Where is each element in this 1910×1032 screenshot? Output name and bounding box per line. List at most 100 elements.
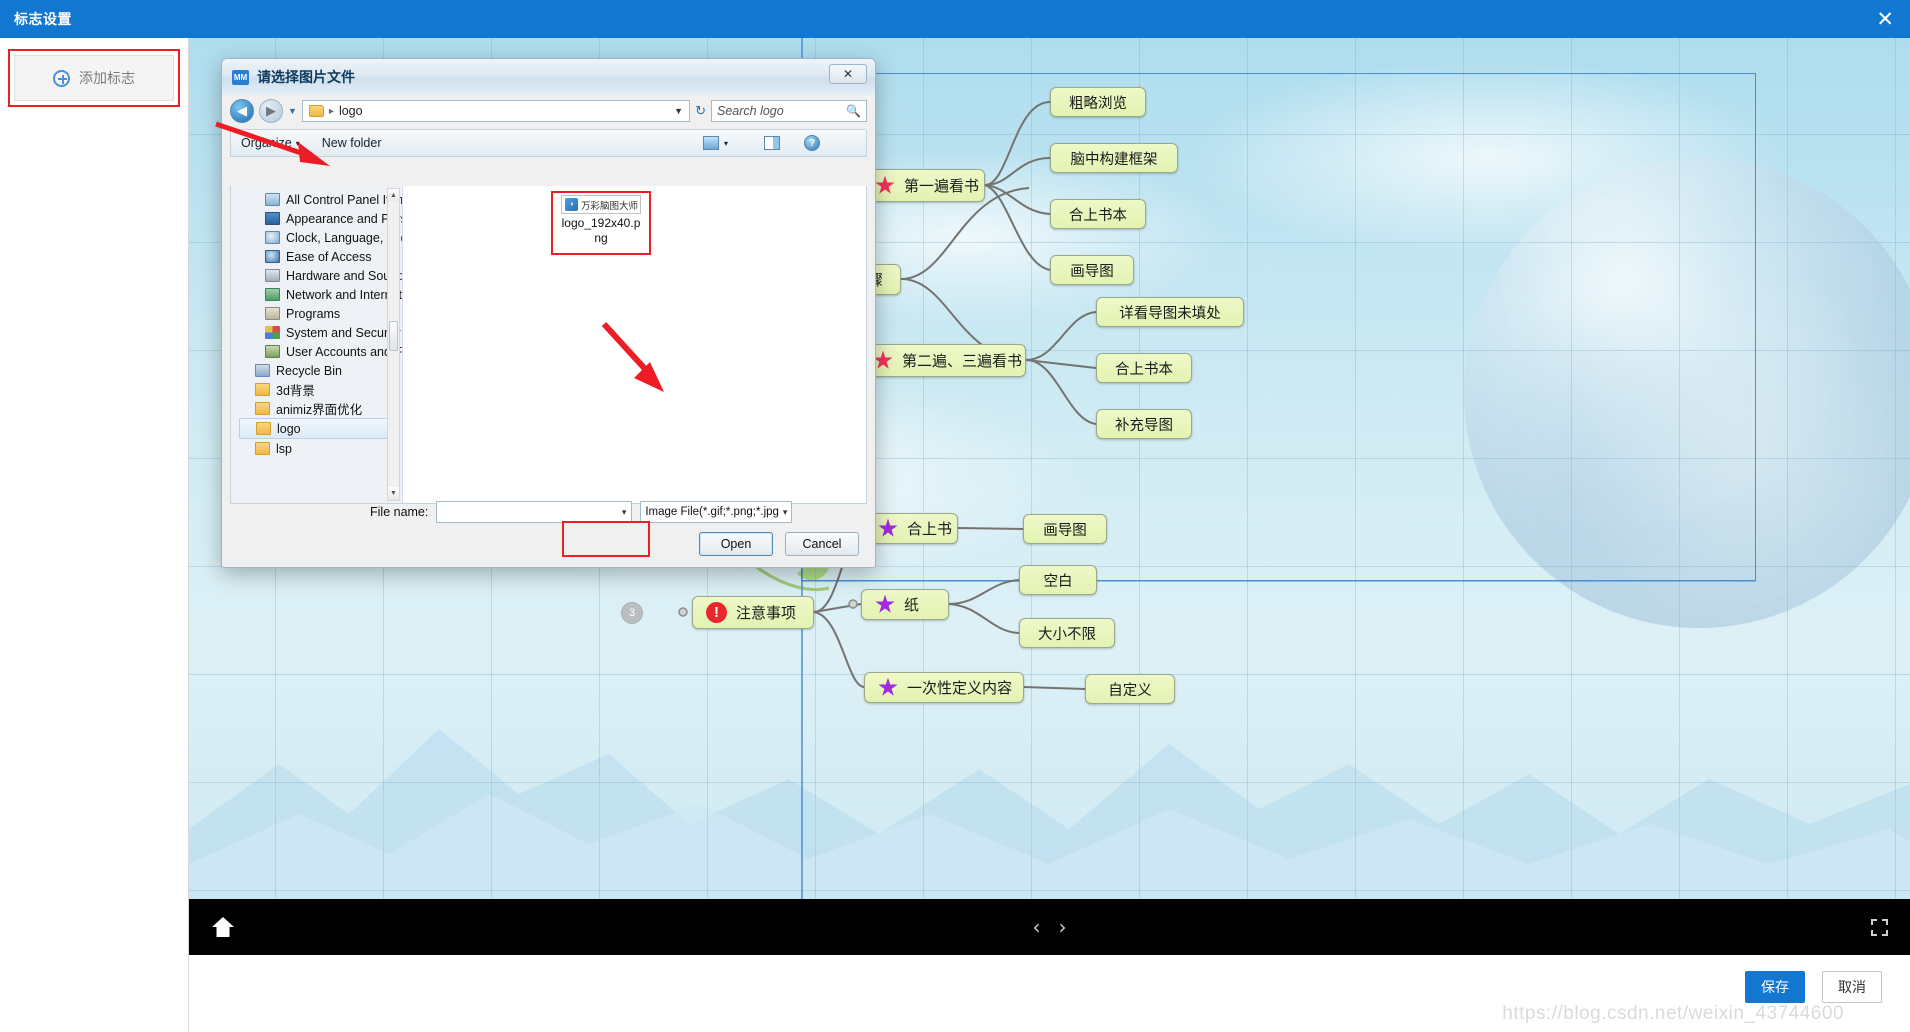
file-name-input[interactable]: ▾ [436, 501, 633, 523]
help-icon: ? [804, 135, 820, 151]
mindmap-leaf-supplement-map[interactable]: 补充导图 [1096, 409, 1192, 439]
clock-icon [265, 231, 280, 244]
mindmap-leaf-any-size[interactable]: 大小不限 [1019, 618, 1115, 648]
scroll-down-icon[interactable]: ▼ [388, 487, 399, 500]
collapse-badge[interactable]: 3 [621, 602, 643, 624]
file-open-dialog[interactable]: MM 请选择图片文件 ✕ ◀ ▶ ▼ ▸ logo ▼ ↻ Search log… [221, 58, 876, 568]
node-label: 注意事项 [736, 604, 797, 622]
mindmap-leaf-close-book-2[interactable]: 合上书本 [1096, 353, 1192, 383]
tree-item-label: All Control Panel Items [286, 192, 403, 207]
mindmap-leaf-draw-map-2[interactable]: 画导图 [1023, 514, 1107, 544]
breadcrumb[interactable]: ▸ logo ▼ [301, 100, 691, 122]
open-button[interactable]: Open [699, 532, 773, 556]
mindmap-node-one-time-content[interactable]: 一次性定义内容 [864, 672, 1024, 703]
new-folder-button[interactable]: New folder [322, 136, 382, 150]
chevron-down-icon[interactable]: ▼ [288, 106, 297, 116]
file-list-item[interactable]: ◑ 万彩脑图大师 logo_192x40.png [558, 195, 644, 246]
view-mode-button[interactable]: ▾ [702, 136, 728, 150]
node-label: 补充导图 [1115, 417, 1173, 434]
mindmap-leaf-build-framework[interactable]: 脑中构建框架 [1050, 143, 1178, 173]
tree-item-all-control-panel-items[interactable]: All Control Panel Items [231, 190, 402, 209]
help-button[interactable]: ? [804, 135, 820, 151]
scrollbar-thumb[interactable] [389, 321, 398, 351]
cancel-button[interactable]: Cancel [785, 532, 859, 556]
chevron-down-icon: ▾ [295, 138, 300, 148]
node-label: 纸 [904, 596, 920, 614]
add-logo-button[interactable]: 添加标志 [14, 55, 174, 101]
mindmap-leaf-skim[interactable]: 粗略浏览 [1050, 87, 1146, 117]
mindmap-node-close-book[interactable]: 合上书 [864, 513, 958, 544]
preview-pane-button[interactable] [764, 136, 780, 150]
mindmap-node-second-third-reading[interactable]: 第二遍、三遍看书 [859, 344, 1026, 377]
organize-button[interactable]: Organize ▾ [241, 136, 300, 150]
tree-scrollbar[interactable]: ▲ ▼ [387, 188, 400, 501]
tree-item-label: Programs [286, 306, 341, 321]
user-accounts-icon [265, 345, 280, 358]
close-icon[interactable]: ✕ [1876, 8, 1894, 30]
tree-item-label: Hardware and Sound [286, 268, 403, 283]
dialog-close-button[interactable]: ✕ [829, 64, 867, 84]
mindmap-leaf-draw-map-1[interactable]: 画导图 [1050, 255, 1134, 285]
mindmap-leaf-blank[interactable]: 空白 [1019, 565, 1097, 595]
cancel-button[interactable]: 取消 [1822, 971, 1882, 1003]
recycle-bin-icon [255, 364, 270, 377]
player-navigation: ‹ › [1033, 915, 1067, 939]
fullscreen-icon[interactable] [1871, 918, 1888, 936]
planet-decoration [1464, 158, 1910, 628]
star-red-icon [875, 175, 895, 194]
file-name-label-text: File name: [370, 505, 429, 519]
tree-item-user-accounts[interactable]: User Accounts and Fam [231, 342, 402, 361]
mindmap-leaf-close-book-1[interactable]: 合上书本 [1050, 199, 1146, 229]
tree-item-network-and-internet[interactable]: Network and Internet [231, 285, 402, 304]
mindmap-node-notes[interactable]: ! 注意事项 [692, 596, 814, 629]
node-label: 脑中构建框架 [1070, 151, 1158, 168]
node-label: 第一遍看书 [904, 177, 980, 195]
tree-item-clock-language[interactable]: Clock, Language, and R [231, 228, 402, 247]
star-purple-icon [875, 594, 895, 613]
forward-icon[interactable]: ▶ [259, 99, 283, 123]
dialog-footer: File name: ▾ Image File(*.gif;*.png;*.jp… [230, 501, 867, 559]
tree-item-ease-of-access[interactable]: Ease of Access [231, 247, 402, 266]
mindmap-leaf-review-gaps[interactable]: 详看导图未填处 [1096, 297, 1244, 327]
node-label: 大小不限 [1038, 626, 1096, 643]
tree-item-label: Appearance and Perso [286, 211, 403, 226]
tree-item-logo[interactable]: logo [239, 418, 396, 439]
folder-icon [256, 422, 271, 435]
file-list[interactable]: ◑ 万彩脑图大师 logo_192x40.png [403, 186, 866, 503]
file-type-value: Image File(*.gif;*.png;*.jpg;*.jpe [645, 506, 779, 518]
view-mode-icon [702, 136, 719, 150]
refresh-icon[interactable]: ↻ [695, 103, 706, 119]
next-button[interactable]: › [1059, 915, 1067, 939]
folder-tree[interactable]: All Control Panel Items Appearance and P… [231, 186, 403, 503]
file-name-row: File name: ▾ Image File(*.gif;*.png;*.jp… [230, 501, 867, 523]
folder-icon [308, 105, 324, 117]
search-placeholder: Search logo [717, 104, 784, 118]
prev-button[interactable]: ‹ [1033, 915, 1041, 939]
tree-item-label: lsp [276, 441, 292, 456]
folder-icon [255, 442, 270, 455]
chevron-down-icon[interactable]: ▾ [622, 507, 627, 518]
home-icon[interactable] [211, 916, 235, 938]
tree-item-system-and-security[interactable]: System and Security [231, 323, 402, 342]
mindmap-node-paper[interactable]: 纸 [861, 589, 949, 620]
tree-item-lsp[interactable]: lsp [231, 439, 402, 458]
tree-item-animiz-ui[interactable]: animiz界面优化 [231, 399, 402, 418]
mindmap-node-first-reading[interactable]: 第一遍看书 [861, 169, 985, 202]
save-button[interactable]: 保存 [1745, 971, 1805, 1003]
tree-item-label: logo [277, 421, 301, 436]
back-icon[interactable]: ◀ [230, 99, 254, 123]
scroll-up-icon[interactable]: ▲ [388, 189, 399, 202]
tree-item-appearance[interactable]: Appearance and Perso [231, 209, 402, 228]
file-type-select[interactable]: Image File(*.gif;*.png;*.jpg;*.jpe ▾ [640, 501, 793, 523]
mindmap-leaf-custom[interactable]: 自定义 [1085, 674, 1175, 704]
tree-item-programs[interactable]: Programs [231, 304, 402, 323]
search-input[interactable]: Search logo 🔍 [711, 100, 867, 122]
chevron-down-icon[interactable]: ▼ [674, 106, 683, 116]
tree-item-hardware-and-sound[interactable]: Hardware and Sound [231, 266, 402, 285]
cloud-decoration [1189, 58, 1789, 258]
add-logo-label: 添加标志 [79, 70, 135, 86]
warning-icon: ! [706, 602, 727, 623]
tree-item-recycle-bin[interactable]: Recycle Bin [231, 361, 402, 380]
tree-item-3d-background[interactable]: 3d背景 [231, 380, 402, 399]
tree-item-label: System and Security [286, 325, 401, 340]
